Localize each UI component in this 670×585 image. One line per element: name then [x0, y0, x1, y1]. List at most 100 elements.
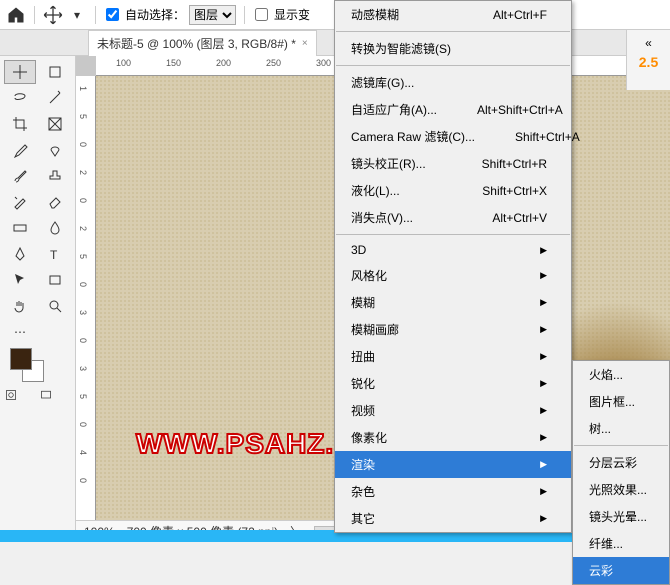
menu-shortcut: Alt+Ctrl+V [492, 211, 547, 225]
hand-tool[interactable] [4, 294, 36, 318]
menu-item[interactable]: 消失点(V)...Alt+Ctrl+V [335, 204, 571, 231]
eraser-tool[interactable] [39, 190, 71, 214]
expand-icon[interactable]: « [645, 36, 652, 50]
menu-item[interactable]: 扭曲▶ [335, 343, 571, 370]
svg-text:T: T [50, 248, 58, 262]
gradient-tool[interactable] [4, 216, 36, 240]
pen-tool[interactable] [4, 242, 36, 266]
submenu-arrow-icon: ▶ [540, 297, 547, 308]
ellipsis-icon[interactable]: ⋯ [4, 320, 36, 344]
eyedropper-tool[interactable] [4, 138, 36, 162]
menu-item[interactable]: 视频 ▶ [335, 397, 571, 424]
menu-item-label: 自适应广角(A)... [351, 101, 437, 118]
ruler-tick: 0 [78, 338, 88, 343]
ruler-tick: 3 [78, 310, 88, 315]
menu-item[interactable]: 树... [573, 415, 669, 442]
menu-item[interactable]: 图片框... [573, 388, 669, 415]
menu-shortcut: Alt+Shift+Ctrl+A [477, 103, 563, 117]
menu-item[interactable]: 云彩 [573, 557, 669, 584]
ruler-tick: 0 [78, 198, 88, 203]
document-tab[interactable]: 未标题-5 @ 100% (图层 3, RGB/8#) * × [88, 30, 317, 56]
menu-item-label: 分层云彩 [589, 454, 637, 471]
menu-shortcut: Shift+Ctrl+X [482, 184, 547, 198]
menu-item-label: 视频 [351, 402, 375, 419]
move-icon[interactable] [43, 5, 63, 25]
close-icon[interactable]: × [302, 38, 308, 49]
edit-toolbar[interactable] [39, 320, 71, 344]
menu-item[interactable]: 转换为智能滤镜(S) [335, 35, 571, 62]
ruler-tick: 0 [78, 478, 88, 483]
zoom-tool[interactable] [39, 294, 71, 318]
blur-tool[interactable] [39, 216, 71, 240]
submenu-arrow-icon: ▶ [540, 459, 547, 470]
menu-item[interactable]: 风格化 ▶ [335, 262, 571, 289]
submenu-arrow-icon: ▶ [540, 270, 547, 281]
lasso-tool[interactable] [4, 86, 36, 110]
ruler-tick: 0 [78, 282, 88, 287]
menu-separator [336, 234, 570, 235]
menu-item[interactable]: 渲染▶ [335, 451, 571, 478]
show-transform-checkbox[interactable] [255, 8, 268, 21]
rectangle-tool[interactable] [39, 268, 71, 292]
menu-item[interactable]: 锐化 ▶ [335, 370, 571, 397]
layer-select[interactable]: 图层 [189, 5, 236, 25]
foreground-color[interactable] [10, 348, 32, 370]
color-swatches[interactable] [4, 346, 71, 386]
menu-item[interactable]: 其它▶ [335, 505, 571, 532]
brush-tool[interactable] [4, 164, 36, 188]
path-select-tool[interactable] [4, 268, 36, 292]
screenmode-icon[interactable] [39, 388, 53, 402]
auto-select-checkbox[interactable] [106, 8, 119, 21]
menu-item[interactable]: 滤镜库(G)... [335, 69, 571, 96]
stamp-tool[interactable] [39, 164, 71, 188]
menu-item-label: 镜头光晕... [589, 508, 647, 525]
menu-item[interactable]: 动感模糊Alt+Ctrl+F [335, 1, 571, 28]
menu-item-label: 风格化 [351, 267, 387, 284]
menu-item[interactable]: 镜头光晕... [573, 503, 669, 530]
menu-shortcut: Shift+Ctrl+A [515, 130, 580, 144]
menu-item-label: 扭曲 [351, 348, 375, 365]
frame-tool[interactable] [39, 112, 71, 136]
separator [244, 6, 245, 24]
ruler-tick: 4 [78, 450, 88, 455]
menu-item[interactable]: Camera Raw 滤镜(C)...Shift+Ctrl+A [335, 123, 571, 150]
ruler-tick: 300 [316, 58, 331, 68]
wand-tool[interactable] [39, 86, 71, 110]
type-tool[interactable]: T [39, 242, 71, 266]
vertical-ruler[interactable]: 150202503035040 [76, 76, 96, 520]
menu-item[interactable]: 模糊画廊▶ [335, 316, 571, 343]
menu-item[interactable]: 模糊 ▶ [335, 289, 571, 316]
menu-item-label: 镜头校正(R)... [351, 155, 426, 172]
ruler-tick: 150 [166, 58, 181, 68]
menu-item[interactable]: 杂色▶ [335, 478, 571, 505]
menu-item[interactable]: 纤维... [573, 530, 669, 557]
healing-tool[interactable] [39, 138, 71, 162]
menu-item[interactable]: 镜头校正(R)...Shift+Ctrl+R [335, 150, 571, 177]
menu-item[interactable]: 火焰... [573, 361, 669, 388]
menu-item[interactable]: 3D▶ [335, 238, 571, 262]
panel-value: 2.5 [639, 54, 658, 70]
menu-item[interactable]: 像素化▶ [335, 424, 571, 451]
move-tool[interactable] [4, 60, 36, 84]
menu-item[interactable]: 分层云彩 [573, 449, 669, 476]
menu-item-label: 纤维... [589, 535, 623, 552]
artboard-tool[interactable] [39, 60, 71, 84]
menu-item-label: 其它 [351, 510, 375, 527]
menu-item-label: 模糊 [351, 294, 375, 311]
history-brush-tool[interactable] [4, 190, 36, 214]
ruler-tick: 2 [78, 170, 88, 175]
menu-item-label: 锐化 [351, 375, 375, 392]
ruler-tick: 5 [78, 394, 88, 399]
crop-tool[interactable] [4, 112, 36, 136]
menu-item[interactable]: 光照效果... [573, 476, 669, 503]
menu-item-label: 云彩 [589, 562, 613, 579]
quickmask-icon[interactable] [4, 388, 18, 402]
tab-title: 未标题-5 @ 100% (图层 3, RGB/8#) * [97, 35, 296, 52]
dropdown-icon[interactable]: ▾ [67, 5, 87, 25]
ruler-tick: 2 [78, 226, 88, 231]
menu-item[interactable]: 液化(L)...Shift+Ctrl+X [335, 177, 571, 204]
submenu-arrow-icon: ▶ [540, 405, 547, 416]
submenu-arrow-icon: ▶ [540, 378, 547, 389]
menu-item[interactable]: 自适应广角(A)... Alt+Shift+Ctrl+A [335, 96, 571, 123]
home-icon[interactable] [6, 5, 26, 25]
